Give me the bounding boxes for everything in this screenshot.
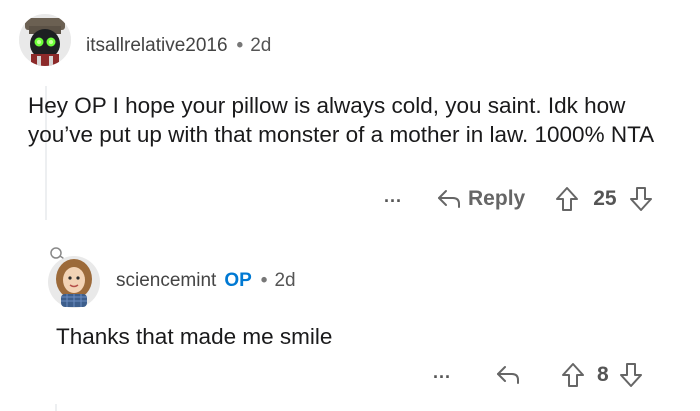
upvote-arrow-icon[interactable] bbox=[561, 362, 585, 388]
meta-separator: • bbox=[236, 35, 244, 56]
reply-button[interactable]: Reply bbox=[436, 187, 525, 211]
reply-body: Thanks that made me smile bbox=[56, 324, 333, 349]
reply-arrow-icon bbox=[436, 188, 462, 210]
vote-score: 25 bbox=[593, 187, 617, 210]
avatar-image bbox=[48, 247, 100, 308]
op-badge: OP bbox=[224, 270, 252, 291]
reply-age[interactable]: 2d bbox=[274, 270, 295, 292]
reply-actions: ... 8 bbox=[433, 362, 643, 388]
reply-arrow-icon[interactable] bbox=[495, 364, 521, 386]
upvote-arrow-icon[interactable] bbox=[555, 186, 579, 212]
reply-thread-line[interactable] bbox=[55, 404, 57, 411]
comment-actions: ... Reply 25 bbox=[384, 186, 653, 212]
comment-age[interactable]: 2d bbox=[250, 35, 271, 57]
downvote-arrow-icon[interactable] bbox=[629, 186, 653, 212]
user-avatar[interactable] bbox=[19, 14, 71, 66]
comment-username[interactable]: itsallrelative2016 bbox=[86, 35, 228, 57]
reply-meta: sciencemint OP • 2d bbox=[116, 270, 296, 292]
downvote-arrow-icon[interactable] bbox=[619, 362, 643, 388]
vote-score: 8 bbox=[597, 363, 609, 386]
avatar-image bbox=[19, 14, 71, 66]
reply-username[interactable]: sciencemint bbox=[116, 270, 216, 292]
comment-body: Hey OP I hope your pillow is always cold… bbox=[28, 93, 655, 147]
comment-meta: itsallrelative2016 • 2d bbox=[86, 35, 271, 57]
reply-label: Reply bbox=[468, 187, 526, 210]
meta-separator: • bbox=[260, 270, 268, 291]
more-options-button[interactable]: ... bbox=[384, 186, 402, 207]
more-options-button[interactable]: ... bbox=[433, 362, 451, 383]
reply-user-avatar[interactable] bbox=[47, 245, 101, 309]
